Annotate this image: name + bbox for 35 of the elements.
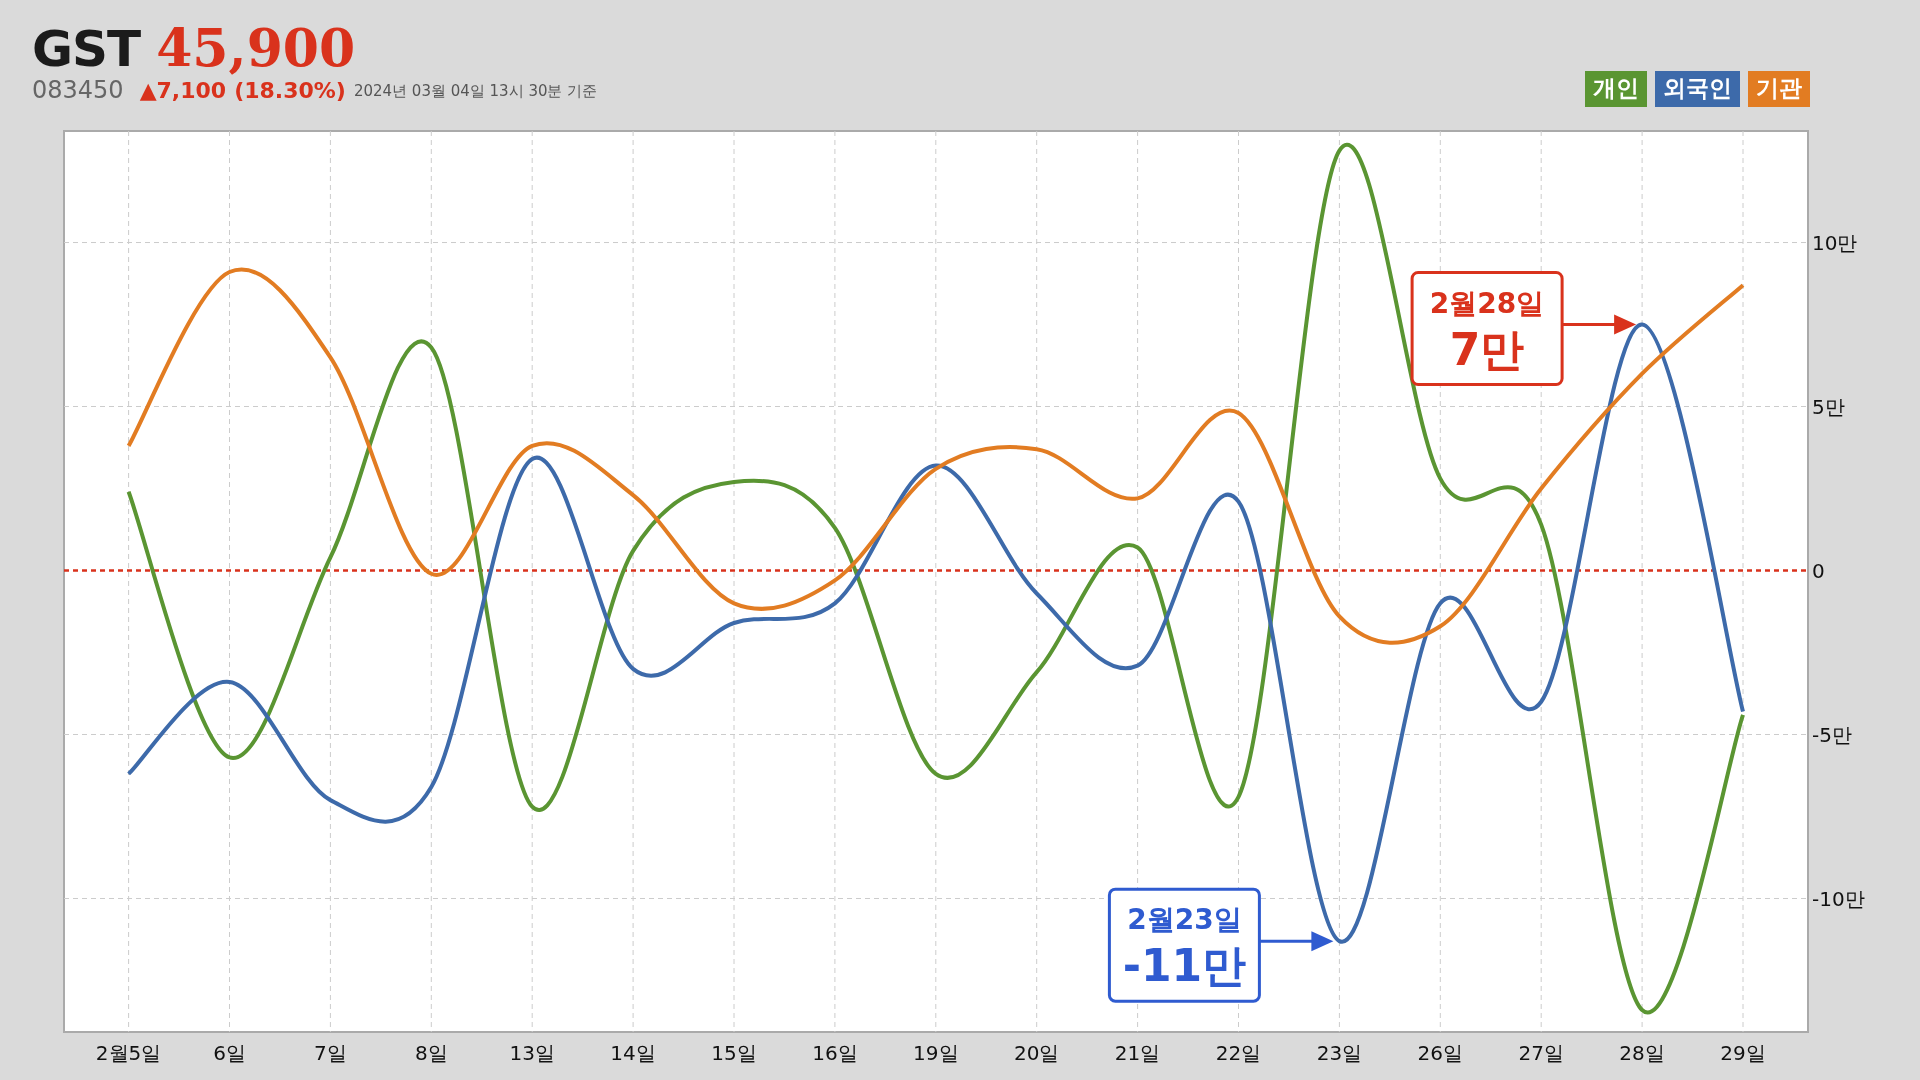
x-axis-label: 22일 [1215,1041,1262,1065]
x-axis-label: 2월5일 [95,1041,162,1065]
callout-value: 7만 [1449,323,1525,375]
price-change: ▲7,100 [139,80,227,102]
legend-item: 외국인 [1655,71,1740,107]
stock-price: 45,900 [156,22,356,74]
y-axis-label: -5만 [1812,722,1852,747]
y-axis-label: 10만 [1812,230,1858,255]
stock-name: GST [32,24,141,74]
x-axis-label: 23일 [1316,1041,1363,1065]
y-axis-label: 5만 [1812,394,1845,419]
x-axis-label: 8일 [414,1041,448,1065]
y-axis-label: -10만 [1812,886,1865,911]
x-axis-label: 7일 [314,1041,347,1065]
callout-date: 2월23일 [1127,903,1242,937]
callout-value: -11만 [1122,940,1247,992]
legend-item: 개인 [1585,71,1647,107]
x-axis-label: 26일 [1417,1041,1464,1065]
x-axis-label: 21일 [1114,1041,1161,1065]
x-axis-label: 6일 [213,1041,246,1065]
x-axis-label: 13일 [509,1041,555,1065]
change-percent: (18.30%) [234,80,346,102]
x-axis-label: 20일 [1013,1041,1060,1065]
y-axis-label: 0 [1812,558,1825,583]
timestamp: 2024년 03월 04일 13시 30분 기준 [353,80,598,102]
x-axis-label: 19일 [913,1041,959,1065]
x-axis-label: 15일 [711,1041,757,1065]
callout-date: 2월28일 [1429,286,1545,320]
x-axis-label: 27일 [1518,1041,1564,1065]
legend-item: 기관 [1748,71,1810,107]
x-axis-label: 14일 [610,1041,656,1065]
stock-code: 083450 [32,78,124,102]
x-axis-label: 28일 [1619,1041,1665,1065]
x-axis-label: 16일 [812,1041,858,1065]
x-axis-label: 29일 [1720,1041,1766,1065]
